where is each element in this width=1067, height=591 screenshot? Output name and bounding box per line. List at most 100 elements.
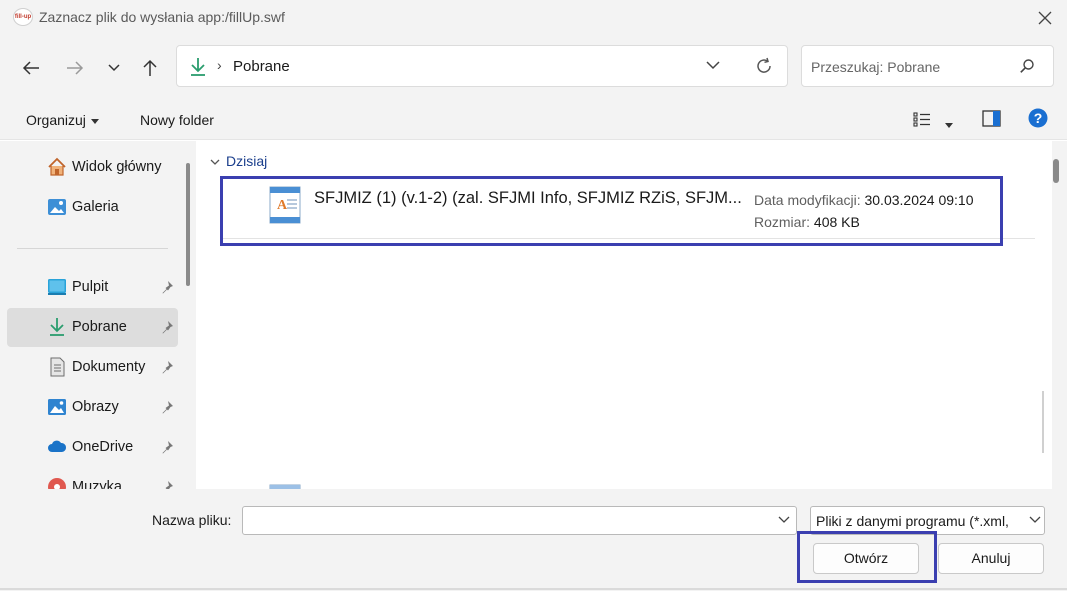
up-button[interactable] [136, 54, 164, 82]
arrow-left-icon [22, 61, 39, 75]
download-icon [191, 58, 205, 76]
help-button[interactable]: ? [1028, 108, 1048, 131]
close-button[interactable] [1030, 4, 1060, 32]
group-header[interactable]: Dzisiaj [210, 153, 267, 169]
help-icon: ? [1028, 108, 1048, 128]
navigation-bar: › Pobrane [0, 36, 1067, 98]
sidebar-item-music[interactable]: Muzyka [7, 468, 178, 489]
file-item[interactable]: A SFJMIZ (1) (v.1-2) (zal. SFJMI Info, S… [223, 176, 1003, 246]
sidebar-item-label: Pulpit [72, 279, 109, 295]
organize-label: Organizuj [26, 112, 86, 128]
pin-icon[interactable] [160, 320, 174, 334]
breadcrumb-separator-icon: › [217, 57, 222, 73]
sidebar-item-label: Muzyka [72, 479, 122, 489]
home-icon [48, 157, 66, 176]
window-title: Zaznacz plik do wysłania app:/fillUp.swf [39, 9, 285, 25]
address-dropdown-icon[interactable] [705, 57, 721, 73]
sidebar-item-documents[interactable]: Dokumenty [7, 348, 178, 387]
sidebar-item-label: OneDrive [72, 439, 134, 455]
search-input[interactable] [811, 56, 1011, 78]
modified-value: 30.03.2024 09:10 [864, 192, 974, 208]
pin-icon[interactable] [160, 480, 174, 489]
file-type-value: Pliki z danymi programu (*.xml, [816, 513, 1009, 529]
row-divider [223, 238, 1035, 239]
app-logo-text: fill-up [14, 14, 32, 20]
content-scrollbar[interactable] [1042, 141, 1067, 489]
preview-pane-icon [982, 110, 1001, 127]
pin-icon[interactable] [160, 280, 174, 294]
pictures-icon [48, 399, 66, 415]
command-bar: Organizuj Nowy folder ? [0, 98, 1067, 140]
chevron-down-icon[interactable] [778, 515, 790, 525]
breadcrumb-pobrane[interactable]: Pobrane [233, 58, 290, 75]
size-value: 408 KB [813, 214, 860, 230]
caret-down-icon [90, 118, 99, 124]
sidebar-item-label: Pobrane [72, 319, 127, 335]
document-file-icon: A [269, 186, 301, 224]
recent-locations-button[interactable] [100, 54, 128, 82]
title-bar: fill-up Zaznacz plik do wysłania app:/fi… [0, 0, 1067, 36]
gallery-icon [48, 199, 66, 215]
file-size: Rozmiar: 408 KB [754, 214, 860, 230]
arrow-right-icon [67, 61, 84, 75]
caret-down-icon [945, 122, 953, 128]
sidebar-item-label: Widok główny [72, 159, 162, 175]
music-icon [48, 478, 66, 489]
group-label: Dzisiaj [226, 153, 268, 169]
documents-icon [50, 357, 65, 377]
sidebar-item-onedrive[interactable]: OneDrive [7, 428, 178, 467]
pin-icon[interactable] [160, 360, 174, 374]
view-options-button[interactable] [913, 111, 931, 130]
sidebar-item-pictures[interactable]: Obrazy [7, 388, 178, 427]
arrow-up-icon [143, 59, 157, 76]
details-view-icon [913, 112, 930, 127]
sidebar-scrollbar[interactable] [186, 163, 190, 286]
desktop-icon [48, 279, 66, 295]
close-icon [1038, 11, 1052, 25]
file-modified: Data modyfikacji: 30.03.2024 09:10 [754, 192, 973, 208]
file-list: Dzisiaj A SFJMIZ (1) (v.1-2) (zal. SFJMI… [196, 141, 1046, 489]
sidebar-divider [17, 248, 168, 249]
preview-pane-button[interactable] [982, 110, 1001, 130]
sidebar-item-downloads[interactable]: Pobrane [7, 308, 178, 347]
file-name: SFJMIZ (1) (v.1-2) (zal. SFJMI Info, SFJ… [314, 189, 742, 207]
size-label: Rozmiar: [754, 214, 811, 230]
app-logo-icon: fill-up [13, 8, 33, 26]
sidebar-item-label: Obrazy [72, 399, 119, 415]
file-type-filter[interactable]: Pliki z danymi programu (*.xml, [810, 506, 1045, 535]
sidebar-item-gallery[interactable]: Galeria [7, 188, 178, 227]
navigation-pane: Widok główny Galeria Pulpit Pobrane Doku… [0, 141, 196, 489]
view-options-dropdown[interactable] [945, 116, 953, 132]
dialog-footer: Nazwa pliku: Pliki z danymi programu (*.… [0, 489, 1067, 591]
address-bar[interactable]: › Pobrane [176, 45, 788, 87]
scrollbar-thumb[interactable] [1053, 159, 1059, 183]
open-button[interactable]: Otwórz [813, 543, 919, 574]
new-folder-button[interactable]: Nowy folder [140, 112, 214, 128]
search-icon[interactable] [1019, 58, 1035, 74]
sidebar-item-desktop[interactable]: Pulpit [7, 268, 178, 307]
svg-text:?: ? [1034, 110, 1043, 126]
onedrive-icon [48, 440, 67, 452]
footer-border [0, 588, 1067, 590]
organize-button[interactable]: Organizuj [26, 112, 99, 128]
filename-label: Nazwa pliku: [152, 512, 232, 528]
pin-icon[interactable] [160, 440, 174, 454]
forward-button[interactable] [61, 54, 89, 82]
cancel-button[interactable]: Anuluj [938, 543, 1044, 574]
scrollbar-track [1042, 391, 1044, 453]
chevron-down-icon [210, 159, 220, 165]
chevron-down-icon [108, 64, 120, 72]
svg-text:A: A [277, 198, 288, 213]
sidebar-item-label: Galeria [72, 199, 119, 215]
chevron-down-icon [1029, 516, 1041, 523]
filename-input[interactable] [249, 511, 769, 531]
pin-icon[interactable] [160, 400, 174, 414]
sidebar-item-label: Dokumenty [72, 359, 146, 375]
back-button[interactable] [17, 54, 45, 82]
modified-label: Data modyfikacji: [754, 192, 861, 208]
filename-combobox[interactable] [242, 506, 797, 535]
sidebar-item-home[interactable]: Widok główny [7, 148, 178, 187]
download-icon [50, 318, 64, 336]
refresh-icon[interactable] [754, 56, 774, 76]
search-box[interactable] [801, 45, 1054, 87]
